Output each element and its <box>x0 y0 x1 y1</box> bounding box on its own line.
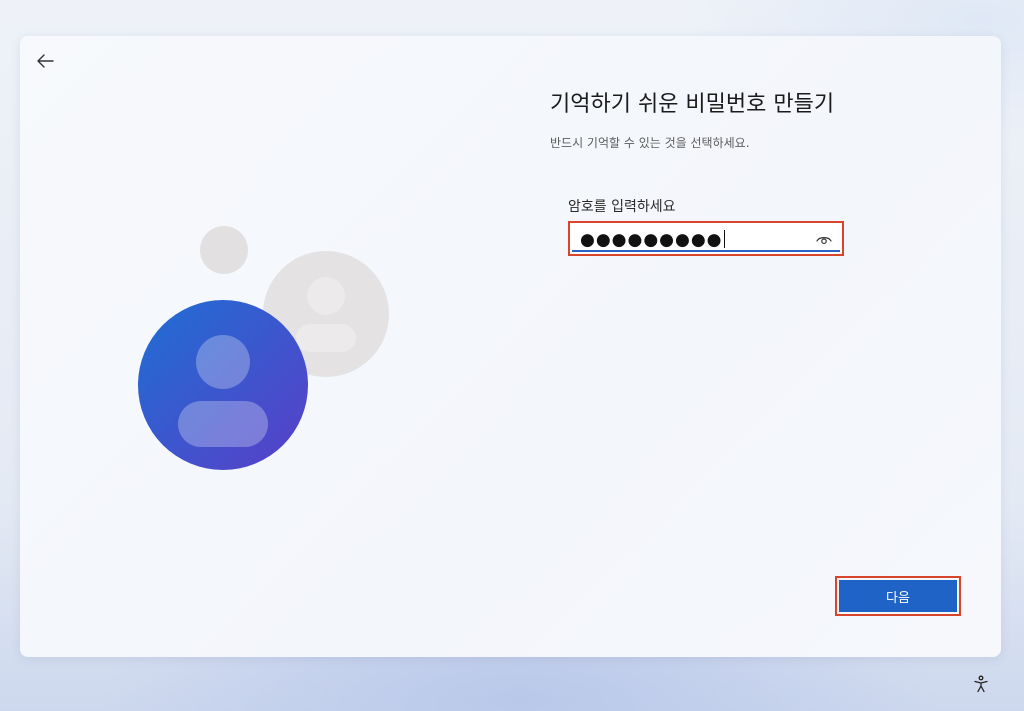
eye-icon <box>816 237 832 245</box>
text-caret <box>723 230 725 248</box>
page-subtitle: 반드시 기억할 수 있는 것을 선택하세요. <box>550 136 750 150</box>
password-masked-value: ●●●●●●●●● <box>580 230 725 250</box>
blue-avatar-icon <box>138 300 308 470</box>
password-input-highlight: ●●●●●●●●● <box>568 221 844 256</box>
accessibility-icon <box>974 675 988 693</box>
accessibility-button[interactable] <box>970 673 992 695</box>
password-field-label: 암호를 입력하세요 <box>568 199 676 215</box>
password-input[interactable]: ●●●●●●●●● <box>572 225 840 252</box>
next-button[interactable]: 다음 <box>839 580 957 612</box>
arrow-left-icon <box>37 54 54 68</box>
reveal-password-button[interactable] <box>814 231 834 249</box>
user-accounts-illustration <box>130 216 410 496</box>
page-title: 기억하기 쉬운 비밀번호 만들기 <box>550 92 835 117</box>
back-button[interactable] <box>32 48 58 74</box>
setup-card: 기억하기 쉬운 비밀번호 만들기 반드시 기억할 수 있는 것을 선택하세요. … <box>20 36 1001 657</box>
next-button-highlight: 다음 <box>835 576 961 616</box>
small-avatar-dot <box>200 226 248 274</box>
